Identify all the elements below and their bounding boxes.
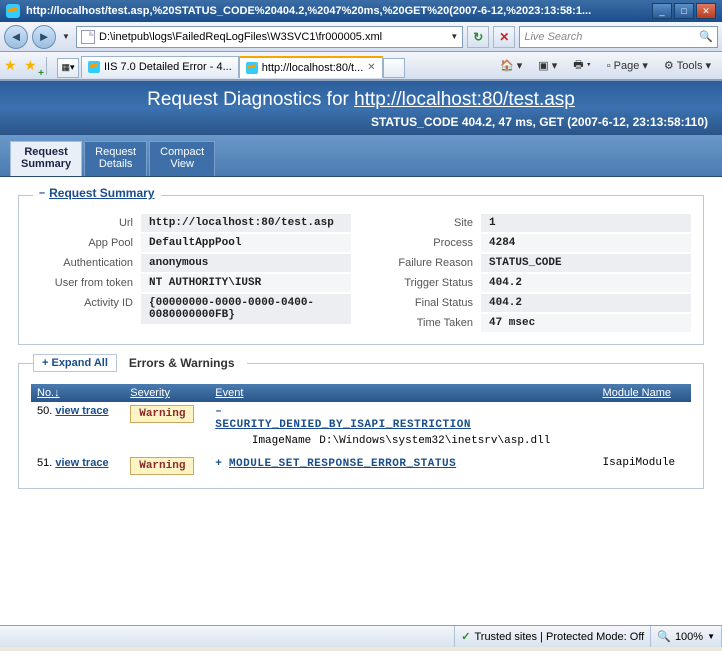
table-header: No.↓ Severity Event Module Name bbox=[31, 384, 691, 402]
ie-icon bbox=[88, 61, 100, 73]
address-input[interactable] bbox=[99, 31, 450, 43]
status-security: ✓ Trusted sites | Protected Mode: Off bbox=[455, 626, 651, 647]
summary-left-column: Urlhttp://localhost:80/test.asp App Pool… bbox=[31, 214, 351, 334]
tools-menu[interactable]: ⚙ Tools ▾ bbox=[657, 55, 718, 77]
search-icon[interactable]: 🔍 bbox=[699, 30, 713, 43]
col-severity[interactable]: Severity bbox=[124, 384, 209, 402]
chevron-down-icon: ▼ bbox=[707, 632, 715, 641]
section-legend: + Expand All Errors & Warnings bbox=[33, 354, 247, 372]
add-favorite-icon[interactable]: ★ bbox=[24, 57, 42, 75]
tab-label: http://localhost:80/t... bbox=[262, 62, 364, 74]
feeds-button[interactable]: ▣ ▾ bbox=[531, 55, 564, 77]
tab-compact-view[interactable]: CompactView bbox=[149, 141, 215, 176]
col-no[interactable]: No.↓ bbox=[31, 384, 124, 402]
window-titlebar: http://localhost/test.asp,%20STATUS_CODE… bbox=[0, 0, 722, 22]
tab-request-summary[interactable]: RequestSummary bbox=[10, 141, 82, 176]
back-button[interactable]: ◄ bbox=[4, 25, 28, 49]
print-button[interactable]: 🖶 ▾ bbox=[566, 55, 598, 77]
page-menu[interactable]: ▫ Page ▾ bbox=[600, 55, 655, 77]
search-bar[interactable]: Live Search 🔍 bbox=[519, 26, 718, 48]
window-title: http://localhost/test.asp,%20STATUS_CODE… bbox=[26, 5, 646, 17]
zoom-icon: 🔍 bbox=[657, 630, 671, 643]
collapse-toggle[interactable]: – bbox=[39, 187, 45, 199]
section-title-link[interactable]: Request Summary bbox=[49, 186, 154, 200]
ie-icon bbox=[6, 4, 20, 18]
view-trace-link[interactable]: view trace bbox=[55, 405, 108, 417]
page-title: Request Diagnostics for http://localhost… bbox=[14, 89, 708, 111]
ie-icon bbox=[246, 62, 258, 74]
page-header: Request Diagnostics for http://localhost… bbox=[0, 81, 722, 135]
stop-button[interactable]: ✕ bbox=[493, 26, 515, 48]
col-module[interactable]: Module Name bbox=[597, 384, 691, 402]
errors-warnings-section: + Expand All Errors & Warnings No.↓ Seve… bbox=[18, 363, 704, 489]
search-placeholder: Live Search bbox=[524, 31, 582, 43]
expand-all-button[interactable]: + Expand All bbox=[33, 354, 117, 372]
event-link[interactable]: MODULE_SET_RESPONSE_ERROR_STATUS bbox=[229, 458, 456, 470]
content-viewport: Request Diagnostics for http://localhost… bbox=[0, 80, 722, 625]
address-bar[interactable]: ▼ bbox=[76, 26, 463, 48]
nav-toolbar: ◄ ► ▼ ▼ ↻ ✕ Live Search 🔍 bbox=[0, 22, 722, 52]
browser-tab-0[interactable]: IIS 7.0 Detailed Error - 4... bbox=[81, 56, 239, 78]
severity-badge: Warning bbox=[130, 405, 194, 423]
table-row: 50. view trace Warning – SECURITY_DENIED… bbox=[31, 402, 691, 454]
event-link[interactable]: SECURITY_DENIED_BY_ISAPI_RESTRICTION bbox=[215, 419, 471, 431]
row-toggle[interactable]: – bbox=[215, 406, 222, 418]
severity-badge: Warning bbox=[130, 457, 194, 475]
tab-close-button[interactable]: ✕ bbox=[367, 62, 375, 73]
summary-right-column: Site1 Process4284 Failure ReasonSTATUS_C… bbox=[371, 214, 691, 334]
close-button[interactable]: ✕ bbox=[696, 3, 716, 19]
browser-tab-1[interactable]: http://localhost:80/t... ✕ bbox=[239, 56, 383, 78]
col-event[interactable]: Event bbox=[209, 384, 596, 402]
view-trace-link[interactable]: view trace bbox=[55, 457, 108, 469]
tab-request-details[interactable]: RequestDetails bbox=[84, 141, 147, 176]
event-detail: ImageName D:\Windows\system32\inetsrv\as… bbox=[229, 435, 590, 447]
file-icon bbox=[81, 30, 95, 44]
home-button[interactable]: 🏠 ▾ bbox=[493, 55, 529, 77]
browser-tabset: ▦▾ IIS 7.0 Detailed Error - 4... http://… bbox=[57, 54, 407, 78]
address-dropdown[interactable]: ▼ bbox=[450, 32, 458, 41]
page-tabs: RequestSummary RequestDetails CompactVie… bbox=[0, 135, 722, 177]
minimize-button[interactable]: _ bbox=[652, 3, 672, 19]
tab-toolbar: ★ ★ ▦▾ IIS 7.0 Detailed Error - 4... htt… bbox=[0, 52, 722, 80]
quick-tabs-button[interactable]: ▦▾ bbox=[57, 58, 79, 78]
section-legend: – Request Summary bbox=[33, 186, 161, 200]
separator bbox=[46, 57, 47, 75]
status-empty bbox=[0, 626, 455, 647]
zoom-control[interactable]: 🔍 100% ▼ bbox=[651, 626, 722, 647]
table-row: 51. view trace Warning + MODULE_SET_RESP… bbox=[31, 454, 691, 478]
new-tab-button[interactable] bbox=[383, 58, 405, 78]
refresh-button[interactable]: ↻ bbox=[467, 26, 489, 48]
request-summary-section: – Request Summary Urlhttp://localhost:80… bbox=[18, 195, 704, 345]
section-title: Errors & Warnings bbox=[117, 354, 247, 372]
command-bar: 🏠 ▾ ▣ ▾ 🖶 ▾ ▫ Page ▾ ⚙ Tools ▾ bbox=[493, 55, 718, 77]
tab-label: IIS 7.0 Detailed Error - 4... bbox=[104, 61, 232, 73]
forward-button[interactable]: ► bbox=[32, 25, 56, 49]
page-body: – Request Summary Urlhttp://localhost:80… bbox=[0, 177, 722, 517]
check-icon: ✓ bbox=[461, 630, 470, 643]
maximize-button[interactable]: □ bbox=[674, 3, 694, 19]
page-subtitle: STATUS_CODE 404.2, 47 ms, GET (2007-6-12… bbox=[14, 115, 708, 129]
nav-history-dropdown[interactable]: ▼ bbox=[60, 32, 72, 41]
request-url-link[interactable]: http://localhost:80/test.asp bbox=[354, 89, 575, 110]
status-bar: ✓ Trusted sites | Protected Mode: Off 🔍 … bbox=[0, 625, 722, 647]
row-toggle[interactable]: + bbox=[215, 458, 222, 470]
errors-table: No.↓ Severity Event Module Name 50. view… bbox=[31, 384, 691, 478]
favorites-icon[interactable]: ★ bbox=[4, 57, 22, 75]
